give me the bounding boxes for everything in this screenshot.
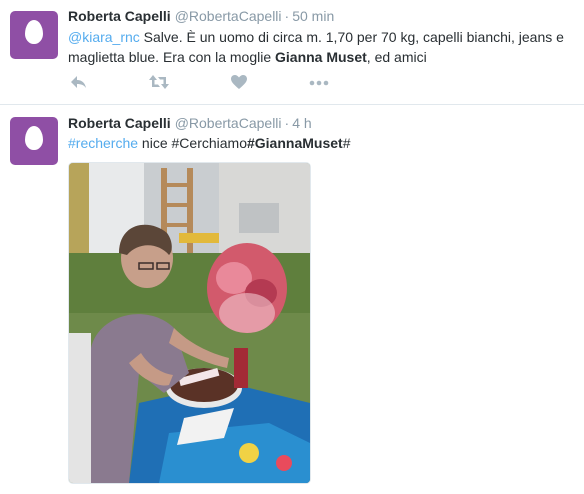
tweet-text: @kiara_rnc Salve. È un uomo di circa m. … — [68, 27, 578, 67]
tweet-actions — [68, 72, 368, 92]
hashtag-bold[interactable]: #GiannaMuset — [247, 135, 343, 151]
more-icon[interactable] — [308, 72, 330, 92]
separator: · — [284, 115, 290, 131]
tweet-header: Roberta Capelli @RobertaCapelli · 4 h — [68, 115, 312, 131]
tweet-text: #recherche nice #Cerchiamo#GiannaMuset# — [68, 133, 578, 153]
tweet-time[interactable]: 50 min — [292, 8, 334, 24]
photo-woman-cake — [69, 163, 310, 483]
egg-icon — [25, 20, 43, 44]
bold-name: Gianna Muset — [275, 49, 367, 65]
egg-icon — [25, 126, 43, 150]
tweet-header: Roberta Capelli @RobertaCapelli · 50 min — [68, 8, 334, 24]
tweet-text-part: # — [342, 135, 351, 151]
tweet[interactable]: Roberta Capelli @RobertaCapelli · 50 min @k… — [0, 0, 584, 105]
user-name[interactable]: Roberta Capelli — [68, 8, 171, 24]
separator: · — [284, 8, 290, 24]
hashtag-link[interactable]: #recherche — [68, 135, 138, 151]
user-handle[interactable]: @RobertaCapelli — [175, 8, 282, 24]
like-icon[interactable] — [230, 72, 248, 92]
tweet-time[interactable]: 4 h — [292, 115, 311, 131]
retweet-icon[interactable] — [148, 72, 170, 92]
mention-link[interactable]: @kiara_rnc — [68, 29, 140, 45]
tweet-text-part: nice #Cerchiamo — [138, 135, 247, 151]
tweet-text-part: , ed amici — [366, 49, 427, 65]
tweet-photo[interactable] — [68, 162, 311, 484]
tweet[interactable]: Roberta Capelli @RobertaCapelli · 4 h #rech… — [0, 105, 584, 494]
user-name[interactable]: Roberta Capelli — [68, 115, 171, 131]
avatar[interactable] — [10, 117, 58, 165]
avatar[interactable] — [10, 11, 58, 59]
user-handle[interactable]: @RobertaCapelli — [175, 115, 282, 131]
reply-icon[interactable] — [70, 72, 88, 92]
